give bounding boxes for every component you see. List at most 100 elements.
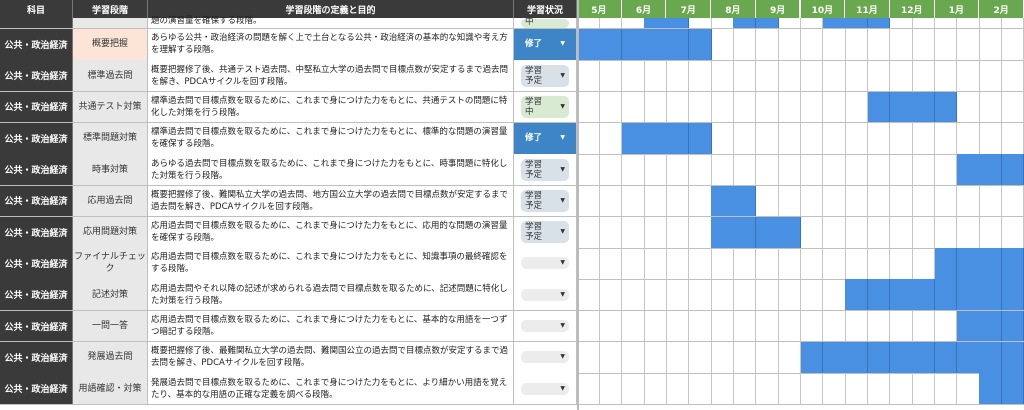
gantt-cell[interactable] bbox=[845, 154, 869, 185]
gantt-cell-filled[interactable] bbox=[934, 248, 958, 279]
gantt-cell[interactable] bbox=[733, 60, 757, 92]
gantt-cell[interactable] bbox=[912, 310, 936, 342]
gantt-cell[interactable] bbox=[756, 91, 779, 123]
gantt-cell[interactable] bbox=[868, 122, 891, 154]
gantt-cell[interactable] bbox=[778, 60, 801, 92]
gantt-cell[interactable] bbox=[890, 248, 913, 279]
gantt-cell[interactable] bbox=[577, 18, 600, 28]
gantt-cell-filled[interactable] bbox=[867, 18, 891, 28]
gantt-cell[interactable] bbox=[1002, 91, 1024, 123]
gantt-cell[interactable] bbox=[622, 185, 645, 217]
status-dropdown[interactable]: 修了 ▼ bbox=[521, 33, 569, 55]
gantt-cell[interactable] bbox=[666, 154, 690, 185]
gantt-cell[interactable] bbox=[890, 18, 913, 28]
gantt-cell-filled[interactable] bbox=[845, 18, 869, 28]
gantt-cell[interactable] bbox=[733, 310, 757, 342]
gantt-cell[interactable] bbox=[733, 342, 757, 373]
gantt-cell-filled[interactable] bbox=[688, 122, 712, 154]
gantt-cell[interactable] bbox=[935, 29, 958, 60]
gantt-cell-filled[interactable] bbox=[711, 185, 734, 217]
gantt-cell[interactable] bbox=[979, 60, 1003, 92]
gantt-cell-filled[interactable] bbox=[733, 216, 757, 248]
gantt-cell[interactable] bbox=[622, 342, 645, 373]
status-cell[interactable]: ▼ bbox=[514, 248, 577, 279]
gantt-cell[interactable] bbox=[801, 248, 824, 279]
gantt-cell[interactable] bbox=[890, 185, 913, 217]
gantt-cell[interactable] bbox=[845, 373, 869, 405]
gantt-cell[interactable] bbox=[957, 185, 980, 217]
gantt-cell[interactable] bbox=[577, 342, 600, 373]
status-dropdown[interactable]: 学習予定 ▼ bbox=[521, 64, 569, 87]
gantt-cell[interactable] bbox=[711, 60, 734, 92]
gantt-cell[interactable] bbox=[890, 373, 913, 405]
gantt-cell[interactable] bbox=[644, 279, 667, 311]
gantt-cell-filled[interactable] bbox=[711, 216, 734, 248]
gantt-cell[interactable] bbox=[599, 185, 623, 217]
gantt-cell[interactable] bbox=[823, 29, 846, 60]
gantt-cell[interactable] bbox=[935, 154, 958, 185]
gantt-cell[interactable] bbox=[1002, 185, 1024, 217]
gantt-cell[interactable] bbox=[801, 216, 824, 248]
gantt-cell[interactable] bbox=[599, 279, 623, 311]
gantt-cell[interactable] bbox=[689, 279, 712, 311]
gantt-cell[interactable] bbox=[622, 373, 645, 405]
gantt-cell-filled[interactable] bbox=[1001, 154, 1024, 185]
gantt-cell[interactable] bbox=[823, 154, 846, 185]
status-dropdown[interactable]: ▼ bbox=[521, 320, 569, 333]
gantt-cell[interactable] bbox=[599, 60, 623, 92]
gantt-cell[interactable] bbox=[957, 29, 980, 60]
gantt-cell[interactable] bbox=[622, 310, 645, 342]
gantt-cell[interactable] bbox=[823, 373, 846, 405]
gantt-cell[interactable] bbox=[957, 216, 980, 248]
gantt-cell[interactable] bbox=[577, 185, 600, 217]
gantt-cell-filled[interactable] bbox=[979, 154, 1003, 185]
status-cell[interactable]: ▼ bbox=[514, 373, 577, 405]
gantt-cell[interactable] bbox=[599, 154, 623, 185]
gantt-cell[interactable] bbox=[957, 373, 980, 405]
status-cell[interactable]: 学習中 ▼ bbox=[514, 91, 577, 123]
gantt-cell[interactable] bbox=[689, 185, 712, 217]
gantt-cell[interactable] bbox=[644, 154, 667, 185]
gantt-cell[interactable] bbox=[868, 373, 891, 405]
gantt-cell[interactable] bbox=[689, 373, 712, 405]
gantt-cell[interactable] bbox=[890, 29, 913, 60]
gantt-cell[interactable] bbox=[577, 122, 600, 154]
status-cell[interactable]: ▼ bbox=[514, 310, 577, 342]
status-cell[interactable]: 学習予定 ▼ bbox=[514, 185, 577, 217]
gantt-cell[interactable] bbox=[823, 91, 846, 123]
gantt-cell[interactable] bbox=[756, 154, 779, 185]
gantt-cell[interactable] bbox=[778, 154, 801, 185]
gantt-cell[interactable] bbox=[644, 248, 667, 279]
gantt-cell-filled[interactable] bbox=[912, 91, 936, 123]
gantt-cell[interactable] bbox=[868, 29, 891, 60]
gantt-cell[interactable] bbox=[912, 154, 936, 185]
gantt-cell[interactable] bbox=[622, 91, 645, 123]
gantt-cell[interactable] bbox=[912, 29, 936, 60]
gantt-cell[interactable] bbox=[689, 18, 712, 28]
gantt-cell[interactable] bbox=[733, 154, 757, 185]
gantt-cell[interactable] bbox=[711, 18, 734, 28]
gantt-cell[interactable] bbox=[957, 122, 980, 154]
status-cell[interactable]: ▼ bbox=[514, 279, 577, 311]
gantt-cell-filled[interactable] bbox=[1001, 248, 1024, 279]
gantt-cell[interactable] bbox=[868, 248, 891, 279]
gantt-cell-filled[interactable] bbox=[666, 122, 690, 154]
status-cell[interactable]: 修了 ▼ bbox=[514, 29, 577, 60]
gantt-cell[interactable] bbox=[756, 122, 779, 154]
gantt-cell-filled[interactable] bbox=[1001, 342, 1024, 373]
gantt-cell[interactable] bbox=[689, 216, 712, 248]
status-cell[interactable]: 学習予定 ▼ bbox=[514, 216, 577, 248]
status-dropdown[interactable]: ▼ bbox=[521, 257, 569, 270]
gantt-cell[interactable] bbox=[1002, 18, 1024, 28]
gantt-cell-filled[interactable] bbox=[979, 373, 1003, 405]
gantt-cell-filled[interactable] bbox=[644, 29, 667, 60]
gantt-cell[interactable] bbox=[599, 122, 623, 154]
gantt-cell-filled[interactable] bbox=[867, 279, 891, 311]
gantt-cell[interactable] bbox=[644, 342, 667, 373]
gantt-cell[interactable] bbox=[756, 60, 779, 92]
gantt-cell[interactable] bbox=[823, 248, 846, 279]
gantt-cell[interactable] bbox=[711, 373, 734, 405]
status-cell[interactable]: ▼ bbox=[514, 342, 577, 373]
gantt-cell[interactable] bbox=[778, 29, 801, 60]
gantt-cell[interactable] bbox=[711, 279, 734, 311]
